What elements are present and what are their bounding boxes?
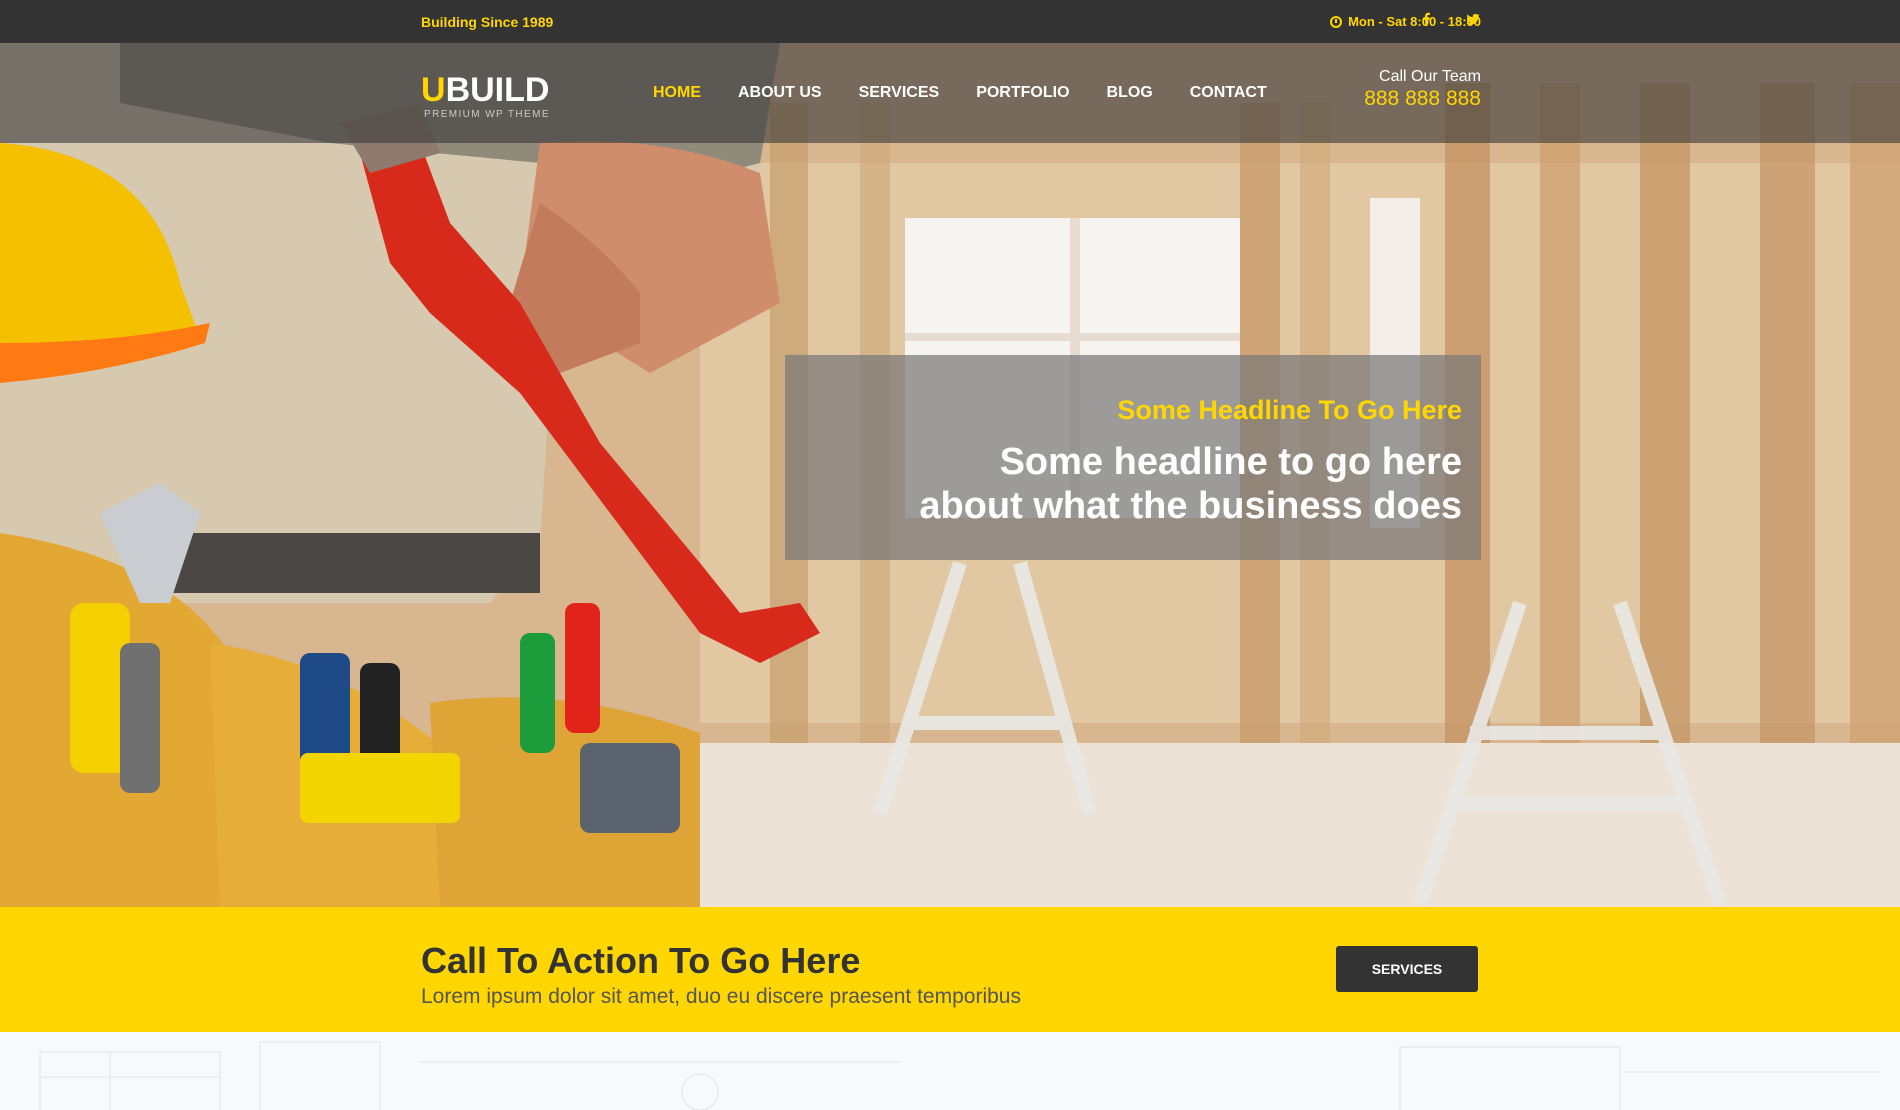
tagline: Building Since 1989 [421, 14, 554, 30]
nav-portfolio[interactable]: PORTFOLIO [976, 84, 1069, 102]
nav-blog[interactable]: BLOG [1107, 84, 1153, 102]
phone-number[interactable]: 888 888 888 [1364, 87, 1481, 111]
cta-subtitle: Lorem ipsum dolor sit amet, duo eu disce… [421, 985, 1021, 1008]
services-button[interactable]: SERVICES [1336, 946, 1478, 992]
logo-tagline: PREMIUM WP THEME [424, 109, 550, 120]
site-header: UBUILD PREMIUM WP THEME HOME ABOUT US SE… [0, 43, 1900, 143]
logo-first-letter: U [421, 71, 446, 109]
hours-text: Mon - Sat 8:00 - 18:00 [1348, 14, 1481, 29]
top-bar: Building Since 1989 Mon - Sat 8:00 - 18:… [0, 0, 1900, 43]
hero-headline-line2: about what the business does [919, 485, 1462, 527]
nav-home[interactable]: HOME [653, 84, 701, 102]
logo[interactable]: UBUILD PREMIUM WP THEME [421, 73, 550, 120]
hero-kicker: Some Headline To Go Here [1117, 395, 1462, 425]
business-hours: Mon - Sat 8:00 - 18:00 [1330, 14, 1481, 29]
facebook-icon[interactable] [1420, 12, 1432, 26]
nav-services[interactable]: SERVICES [859, 84, 940, 102]
clock-icon [1330, 15, 1343, 28]
cta-title: Call To Action To Go Here [421, 940, 861, 981]
nav-about-us[interactable]: ABOUT US [738, 84, 822, 102]
nav-contact[interactable]: CONTACT [1190, 84, 1267, 102]
blueprint-background [0, 1032, 1900, 1110]
twitter-icon[interactable] [1466, 12, 1480, 26]
hero-headline-box: Some Headline To Go Here Some headline t… [785, 355, 1481, 560]
call-label: Call Our Team [1379, 68, 1481, 85]
blueprint-lines [39, 1041, 1880, 1110]
cta-band: Call To Action To Go Here Lorem ipsum do… [0, 907, 1900, 1032]
call-team: Call Our Team 888 888 888 [1364, 68, 1481, 111]
hero-headline-line1: Some headline to go here [999, 441, 1462, 483]
hero-headline: Some headline to go here about what the … [785, 440, 1462, 528]
logo-word: BUILD [445, 71, 550, 109]
main-nav: HOME ABOUT US SERVICES PORTFOLIO BLOG CO… [653, 84, 1267, 102]
